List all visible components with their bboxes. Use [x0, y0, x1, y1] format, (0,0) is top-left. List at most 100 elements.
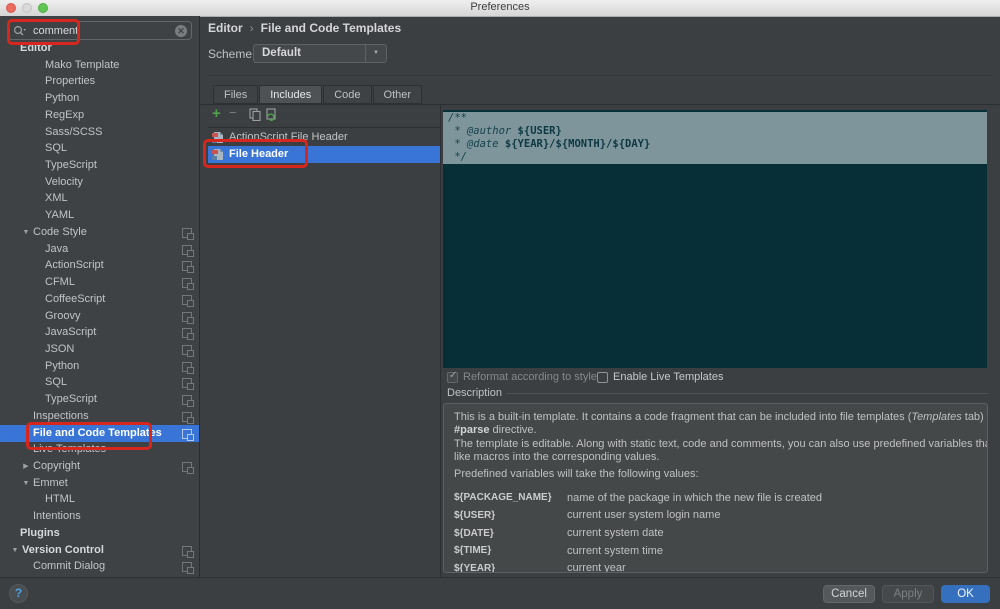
tab-includes[interactable]: Includes: [259, 85, 322, 104]
sidebar-item-actionscript[interactable]: ActionScript: [0, 257, 199, 274]
variable-row: ${YEAR}current year: [454, 559, 977, 573]
sidebar-item-cfml[interactable]: CFML: [0, 274, 199, 291]
cancel-button[interactable]: Cancel: [823, 585, 875, 603]
tab-files[interactable]: Files: [213, 85, 258, 104]
sidebar-item-label: CFML: [0, 274, 75, 291]
live-templates-checkbox[interactable]: [597, 372, 608, 383]
sidebar-item-sass-scss[interactable]: Sass/SCSS: [0, 124, 199, 141]
project-setting-icon: [182, 378, 192, 388]
description-panel: This is a built-in template. It contains…: [443, 403, 988, 573]
sidebar-item-label: Python: [0, 358, 79, 375]
sidebar-item-python[interactable]: Python: [0, 90, 199, 107]
sidebar-item-typescript[interactable]: TypeScript: [0, 391, 199, 408]
reformat-label: Reformat according to style: [463, 370, 597, 384]
scheme-selected-value: Default: [262, 47, 301, 59]
project-setting-icon: [182, 278, 192, 288]
sidebar-item-python[interactable]: Python: [0, 358, 199, 375]
help-button[interactable]: ?: [9, 584, 28, 603]
variable-name: ${DATE}: [454, 528, 567, 539]
reset-to-default-icon[interactable]: [265, 108, 277, 121]
sidebar-item-label: ActionScript: [0, 257, 104, 274]
description-separator: [507, 393, 988, 394]
sidebar-item-editor[interactable]: Editor: [0, 40, 199, 57]
sidebar-item-label: JavaScript: [0, 324, 96, 341]
sidebar-item-label: Plugins: [0, 525, 60, 542]
sidebar-item-label: Python: [0, 90, 79, 107]
sidebar-item-label: Intentions: [0, 508, 81, 525]
sidebar-item-plugins[interactable]: Plugins: [0, 525, 199, 542]
sidebar-item-html[interactable]: HTML: [0, 491, 199, 508]
tab-code[interactable]: Code: [323, 85, 371, 104]
sidebar-item-intentions[interactable]: Intentions: [0, 508, 199, 525]
panel-divider: [440, 104, 441, 577]
sidebar-item-xml[interactable]: XML: [0, 190, 199, 207]
sidebar-item-properties[interactable]: Properties: [0, 73, 199, 90]
collapse-icon[interactable]: ▼: [10, 542, 20, 559]
sidebar-item-label: Sass/SCSS: [0, 124, 102, 141]
ok-button[interactable]: OK: [941, 585, 990, 603]
project-setting-icon: [182, 462, 192, 472]
variable-name: ${YEAR}: [454, 563, 567, 573]
sidebar-item-groovy[interactable]: Groovy: [0, 308, 199, 325]
breadcrumb: Editor›File and Code Templates: [208, 21, 401, 37]
description-text: This is a built-in template. It contains…: [454, 411, 977, 481]
scheme-select[interactable]: Default ▼: [253, 44, 387, 63]
sidebar-item-typescript[interactable]: TypeScript: [0, 157, 199, 174]
template-item-actionscript-file-header[interactable]: ActionScript File Header: [208, 129, 440, 146]
sidebar-item-label: Live Templates: [0, 441, 106, 458]
sidebar-item-file-and-code-templates[interactable]: File and Code Templates: [0, 425, 199, 442]
copy-template-icon[interactable]: [249, 108, 261, 121]
sidebar-item-label: CoffeeScript: [0, 291, 105, 308]
project-setting-icon: [182, 546, 192, 556]
project-setting-icon: [182, 362, 192, 372]
sidebar-item-emmet[interactable]: ▼Emmet: [0, 475, 199, 492]
breadcrumb-editor[interactable]: Editor: [208, 21, 243, 35]
sidebar-item-label: HTML: [0, 491, 75, 508]
scheme-label: Scheme:: [208, 47, 255, 61]
sidebar-item-copyright[interactable]: ▶Copyright: [0, 458, 199, 475]
sidebar-item-live-templates[interactable]: Live Templates: [0, 441, 199, 458]
template-file-icon: [212, 131, 224, 144]
tab-other[interactable]: Other: [373, 85, 423, 104]
sidebar-item-coffeescript[interactable]: CoffeeScript: [0, 291, 199, 308]
sidebar-item-label: Velocity: [0, 174, 83, 191]
template-editor[interactable]: /** * @author ${USER} * @date ${YEAR}/${…: [443, 110, 987, 368]
project-setting-icon: [182, 328, 192, 338]
reformat-checkbox[interactable]: ✓: [447, 372, 458, 383]
sidebar-item-yaml[interactable]: YAML: [0, 207, 199, 224]
add-template-icon[interactable]: +: [212, 105, 221, 122]
clear-search-icon[interactable]: ✕: [175, 25, 187, 37]
settings-sidebar: comment ✕ EditorMako TemplatePropertiesP…: [0, 16, 200, 577]
search-icon: [13, 25, 27, 38]
sidebar-item-label: TypeScript: [0, 157, 97, 174]
sidebar-item-label: Code Style: [0, 224, 87, 241]
settings-tree: EditorMako TemplatePropertiesPythonRegEx…: [0, 40, 199, 570]
sidebar-item-commit-dialog[interactable]: Commit Dialog: [0, 558, 199, 575]
collapse-icon[interactable]: ▼: [21, 475, 31, 492]
sidebar-item-json[interactable]: JSON: [0, 341, 199, 358]
project-setting-icon: [182, 312, 192, 322]
sidebar-item-sql[interactable]: SQL: [0, 140, 199, 157]
sidebar-item-inspections[interactable]: Inspections: [0, 408, 199, 425]
collapse-icon[interactable]: ▼: [21, 224, 31, 241]
sidebar-item-java[interactable]: Java: [0, 241, 199, 258]
template-item-file-header[interactable]: File Header: [208, 146, 440, 163]
sidebar-item-javascript[interactable]: JavaScript: [0, 324, 199, 341]
sidebar-item-sql[interactable]: SQL: [0, 374, 199, 391]
chevron-down-icon: ▼: [365, 45, 386, 62]
apply-button[interactable]: Apply: [882, 585, 934, 603]
sidebar-item-label: Emmet: [0, 475, 68, 492]
description-line: The template is editable. Along with sta…: [454, 438, 977, 451]
footer-bar: ? Cancel Apply OK: [0, 577, 1000, 609]
list-toolbar: + −: [208, 105, 437, 127]
sidebar-item-code-style[interactable]: ▼Code Style: [0, 224, 199, 241]
search-input[interactable]: comment ✕: [8, 21, 192, 40]
remove-template-icon[interactable]: −: [229, 105, 237, 120]
sidebar-item-mako-template[interactable]: Mako Template: [0, 57, 199, 74]
live-templates-label: Enable Live Templates: [613, 370, 723, 384]
sidebar-item-regexp[interactable]: RegExp: [0, 107, 199, 124]
expand-icon[interactable]: ▶: [21, 458, 31, 475]
sidebar-item-version-control[interactable]: ▼Version Control: [0, 542, 199, 559]
variable-description: current year: [567, 562, 977, 573]
sidebar-item-velocity[interactable]: Velocity: [0, 174, 199, 191]
